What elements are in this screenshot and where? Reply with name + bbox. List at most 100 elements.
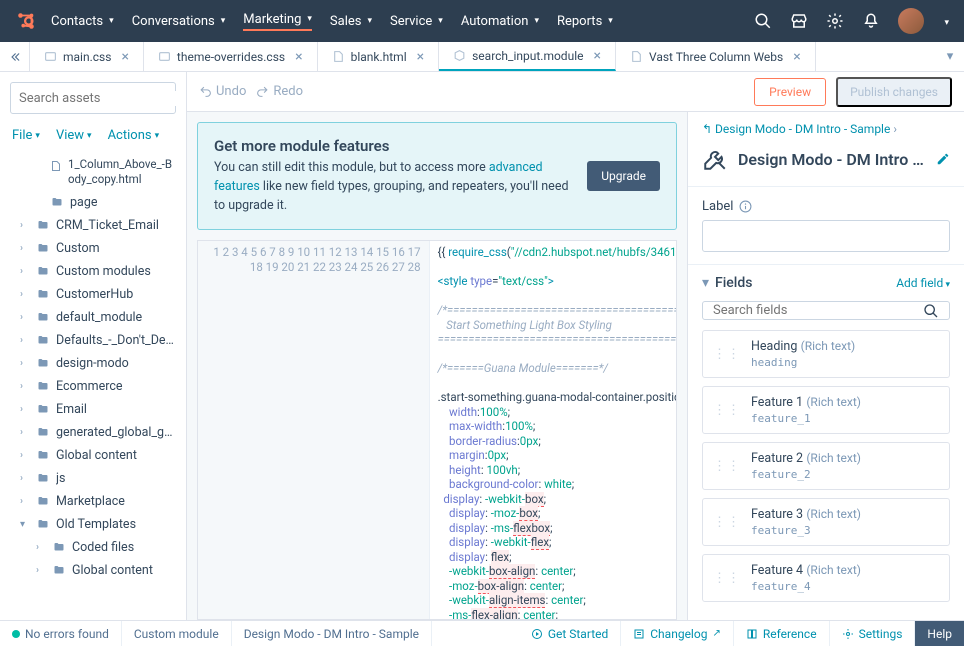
folder-default-module[interactable]: ›default_module	[0, 306, 186, 329]
field-item-feature_2[interactable]: ⋮⋮Feature 2 (Rich text)feature_2	[702, 442, 950, 490]
field-item-feature_4[interactable]: ⋮⋮Feature 4 (Rich text)feature_4	[702, 554, 950, 602]
close-tab-icon[interactable]: ×	[793, 49, 800, 65]
add-field-button[interactable]: Add field	[896, 276, 950, 290]
redo-button[interactable]: Redo	[256, 84, 303, 99]
drag-handle-icon[interactable]: ⋮⋮	[713, 348, 741, 361]
folder-crm-ticket-email[interactable]: ›CRM_Ticket_Email	[0, 214, 186, 237]
field-item-heading[interactable]: ⋮⋮Heading (Rich text)heading	[702, 330, 950, 378]
folder-label: Global content	[72, 563, 153, 578]
folder-custom-modules[interactable]: ›Custom modules	[0, 260, 186, 283]
file-item[interactable]: 1_Column_Above_-Body_copy.html	[0, 153, 186, 191]
tab-search-input-module[interactable]: search_input.module×	[439, 42, 616, 71]
field-type: (Rich text)	[806, 395, 861, 409]
tab-label: Vast Three Column Webs	[649, 50, 783, 64]
search-icon[interactable]	[754, 12, 772, 30]
code-editor[interactable]: 1 2 3 4 5 6 7 8 9 10 11 12 13 14 15 16 1…	[197, 240, 677, 620]
close-tab-icon[interactable]: ×	[295, 49, 302, 65]
tab-theme-overrides-css[interactable]: theme-overrides.css ×	[144, 42, 318, 71]
upgrade-button[interactable]: Upgrade	[587, 161, 660, 191]
search-assets-input[interactable]	[10, 82, 176, 114]
chevron-down-icon[interactable]: ▾	[702, 275, 709, 291]
html-file-icon	[630, 50, 643, 63]
changelog-link[interactable]: Changelog ↗	[621, 621, 734, 646]
upgrade-banner: Get more module features You can still e…	[197, 122, 677, 230]
edit-title-icon[interactable]	[936, 152, 950, 166]
folder-global-content[interactable]: ›Global content	[0, 444, 186, 467]
folder-coded-files[interactable]: ›Coded files	[0, 536, 186, 559]
gear-icon[interactable]	[826, 12, 844, 30]
help-button[interactable]: Help	[915, 621, 964, 646]
close-tab-icon[interactable]: ×	[593, 48, 600, 64]
field-item-feature_1[interactable]: ⋮⋮Feature 1 (Rich text)feature_1	[702, 386, 950, 434]
close-tab-icon[interactable]: ×	[417, 49, 424, 65]
folder-icon	[52, 564, 66, 576]
user-avatar[interactable]	[898, 8, 924, 34]
drag-handle-icon[interactable]: ⋮⋮	[713, 404, 741, 417]
file-menu[interactable]: File	[12, 128, 40, 143]
nav-item-reports[interactable]: Reports	[557, 12, 613, 31]
folder-icon	[36, 472, 50, 484]
settings-link[interactable]: Settings	[830, 621, 916, 646]
field-id: feature_2	[751, 468, 861, 481]
path-status: Design Modo - DM Intro - Sample	[232, 621, 432, 646]
tab-vast-three-column-webs[interactable]: Vast Three Column Webs ×	[616, 42, 816, 71]
breadcrumb-back-icon[interactable]: ↰	[702, 122, 712, 136]
hubspot-logo-icon[interactable]	[15, 10, 37, 32]
search-assets-field[interactable]	[19, 91, 185, 106]
preview-button[interactable]: Preview	[754, 78, 826, 106]
folder-design-modo[interactable]: ›design-modo	[0, 352, 186, 375]
reference-link[interactable]: Reference	[734, 621, 830, 646]
folder-icon	[36, 518, 50, 530]
drag-handle-icon[interactable]: ⋮⋮	[713, 572, 741, 585]
folder-marketplace[interactable]: ›Marketplace	[0, 490, 186, 513]
folder-defaults-don-t-delete[interactable]: ›Defaults_-_Don't_Delete	[0, 329, 186, 352]
nav-item-conversations[interactable]: Conversations	[132, 12, 226, 31]
nav-item-marketing[interactable]: Marketing	[243, 12, 312, 31]
folder-icon	[36, 380, 50, 392]
errors-status[interactable]: No errors found	[0, 621, 122, 646]
search-fields-field[interactable]	[713, 303, 923, 318]
folder-label: Custom modules	[56, 264, 151, 279]
view-menu[interactable]: View	[56, 128, 92, 143]
tab-label: theme-overrides.css	[177, 50, 285, 64]
nav-item-contacts[interactable]: Contacts	[51, 12, 114, 31]
folder-global-content[interactable]: ›Global content	[0, 559, 186, 582]
breadcrumb: ↰ Design Modo - DM Intro - Sample ›	[688, 112, 964, 136]
tab-main-css[interactable]: main.css×	[30, 42, 144, 71]
folder-icon	[36, 219, 50, 231]
actions-menu[interactable]: Actions	[108, 128, 160, 143]
collapse-sidebar-icon[interactable]	[0, 42, 30, 71]
info-icon[interactable]	[739, 200, 752, 213]
nav-item-service[interactable]: Service	[390, 12, 443, 31]
get-started-link[interactable]: Get Started	[519, 621, 621, 646]
file-label: 1_Column_Above_-Body_copy.html	[68, 157, 176, 187]
breadcrumb-link[interactable]: Design Modo - DM Intro - Sample	[715, 122, 890, 136]
folder-generated-global-groups[interactable]: ›generated_global_groups	[0, 421, 186, 444]
label-input[interactable]	[702, 220, 950, 252]
tab-overflow-icon[interactable]: ▾	[936, 42, 964, 71]
marketplace-icon[interactable]	[790, 12, 808, 30]
field-item-feature_3[interactable]: ⋮⋮Feature 3 (Rich text)feature_3	[702, 498, 950, 546]
folder-email[interactable]: ›Email	[0, 398, 186, 421]
folder-customerhub[interactable]: ›CustomerHub	[0, 283, 186, 306]
folder-page[interactable]: page	[0, 191, 186, 214]
nav-item-automation[interactable]: Automation	[461, 12, 539, 31]
status-bar: No errors found Custom module Design Mod…	[0, 620, 964, 646]
html-file-icon	[332, 50, 345, 63]
drag-handle-icon[interactable]: ⋮⋮	[713, 516, 741, 529]
nav-item-sales[interactable]: Sales	[330, 12, 372, 31]
folder-custom[interactable]: ›Custom	[0, 237, 186, 260]
folder-js[interactable]: ›js	[0, 467, 186, 490]
tab-blank-html[interactable]: blank.html×	[318, 42, 440, 71]
folder-label: page	[70, 195, 97, 210]
code-content[interactable]: {{ require_css("//cdn2.hubspot.net/hubfs…	[430, 241, 676, 619]
folder-old-templates[interactable]: ▾Old Templates	[0, 513, 186, 536]
account-menu-caret[interactable]	[942, 14, 949, 29]
bell-icon[interactable]	[862, 12, 880, 30]
top-navigation: Contacts Conversations Marketing Sales Servi…	[0, 0, 964, 42]
drag-handle-icon[interactable]: ⋮⋮	[713, 460, 741, 473]
close-tab-icon[interactable]: ×	[121, 49, 128, 65]
undo-button[interactable]: Undo	[199, 84, 246, 99]
search-fields-input[interactable]	[702, 301, 950, 320]
folder-ecommerce[interactable]: ›Ecommerce	[0, 375, 186, 398]
